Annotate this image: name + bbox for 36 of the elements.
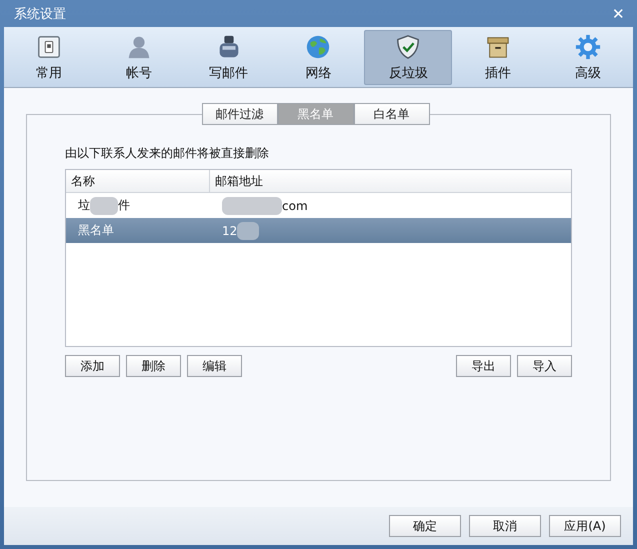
toolbar-tab[interactable]: 帐号	[94, 30, 183, 85]
close-button[interactable]: ✕	[610, 4, 627, 22]
window-title: 系统设置	[14, 6, 66, 22]
table-row[interactable]: 垃 件 com	[66, 193, 571, 218]
redaction-blur	[222, 196, 282, 214]
cell-text: 垃	[78, 197, 90, 214]
cell-text: 件	[118, 197, 130, 214]
cell-text: com	[282, 198, 308, 212]
switch-icon	[36, 34, 62, 60]
dialog-button[interactable]: 取消	[469, 515, 541, 537]
table-row[interactable]: 黑名单 12	[66, 218, 571, 243]
action-button[interactable]: 导出	[456, 355, 511, 377]
toolbar-tab[interactable]: 高级	[544, 30, 632, 85]
cell-text: 黑名单	[78, 222, 114, 239]
redaction-blur	[90, 196, 118, 214]
description-text: 由以下联系人发来的邮件将被直接删除	[65, 145, 270, 162]
action-button[interactable]: 删除	[126, 355, 181, 377]
column-header[interactable]: 邮箱地址	[210, 170, 263, 192]
toolbar-tab[interactable]: 写邮件	[184, 30, 273, 85]
action-button[interactable]: 编辑	[187, 355, 242, 377]
toolbar-tab[interactable]: 反垃圾	[364, 30, 452, 85]
action-button[interactable]: 添加	[65, 355, 120, 377]
toolbar-tab[interactable]: 常用	[4, 30, 93, 85]
gear-icon	[574, 34, 601, 60]
shield-icon	[395, 34, 422, 60]
action-button[interactable]: 导入	[517, 355, 572, 377]
toolbar-tab[interactable]: 网络	[274, 30, 362, 85]
dialog-button[interactable]: 确定	[389, 515, 461, 537]
redaction-blur	[237, 222, 260, 240]
sub-tab[interactable]: 邮件过滤	[202, 103, 278, 125]
column-header[interactable]: 名称	[66, 170, 210, 192]
dialog-button[interactable]: 应用(A)	[549, 515, 621, 537]
sub-tab[interactable]: 白名单	[354, 103, 430, 125]
toolbar-tab[interactable]: 插件	[454, 30, 542, 85]
cell-text: 12	[222, 224, 238, 238]
globe-icon	[305, 34, 332, 60]
